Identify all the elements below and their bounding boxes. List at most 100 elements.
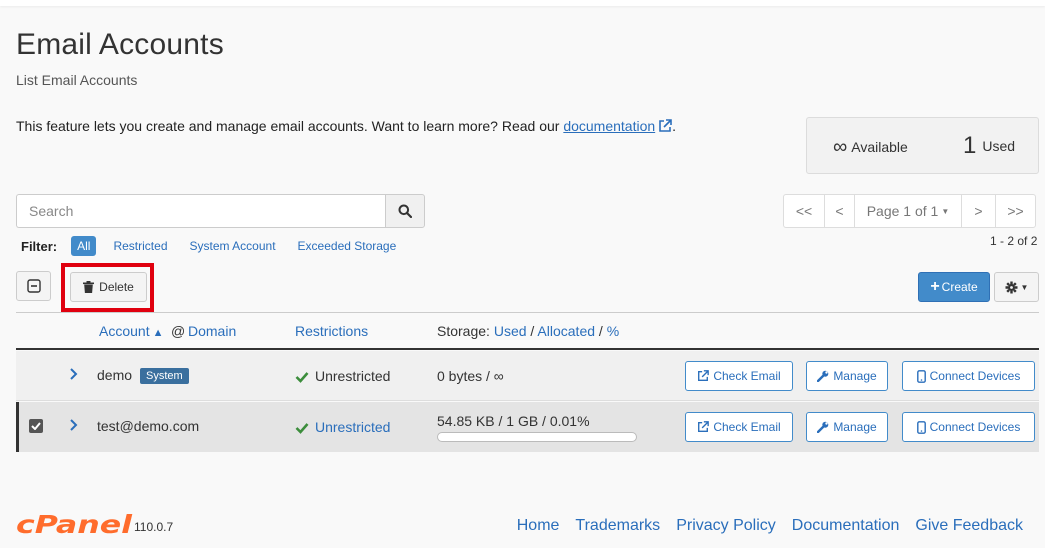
account-name: test@demo.com — [97, 418, 200, 434]
connect-devices-label: Connect Devices — [929, 369, 1021, 383]
storage-header: Storage: Used / Allocated / % — [437, 323, 619, 339]
manage-button[interactable]: Manage — [806, 412, 888, 442]
connect-devices-button[interactable]: Connect Devices — [902, 412, 1035, 442]
check-email-button[interactable]: Check Email — [685, 412, 793, 442]
account-label: demo — [97, 367, 133, 383]
intro-description: This feature lets you create and manage … — [16, 118, 564, 134]
sort-restrictions[interactable]: Restrictions — [295, 323, 368, 339]
search-icon — [398, 204, 412, 218]
sort-percent[interactable]: % — [607, 323, 619, 339]
mobile-icon — [916, 420, 926, 434]
check-icon — [295, 370, 309, 386]
used-label: Used — [982, 138, 1016, 154]
last-page-button[interactable]: >> — [995, 194, 1036, 228]
account-stats: ∞ Available 1 Used — [806, 117, 1039, 174]
filter-bar: Filter: All Restricted System Account Ex… — [21, 236, 418, 256]
sort-account[interactable]: Account ▲ — [99, 323, 163, 339]
top-bar — [0, 0, 1045, 6]
checkmark-icon — [31, 422, 41, 430]
filter-restricted[interactable]: Restricted — [113, 239, 167, 253]
delete-button[interactable]: Delete — [70, 272, 147, 302]
table-row: test@demo.com Unrestricted 54.85 KB / 1 … — [16, 402, 1039, 452]
plus-icon: + — [930, 277, 940, 295]
page-label: Page 1 of 1 — [866, 203, 939, 219]
minus-square-icon — [26, 279, 41, 293]
restriction-link[interactable]: Unrestricted — [315, 419, 390, 435]
gear-icon — [1005, 281, 1018, 293]
expand-chevron-icon[interactable] — [69, 367, 79, 384]
storage-progress-bar — [437, 432, 637, 442]
external-link-icon — [698, 370, 710, 381]
mobile-icon — [916, 369, 926, 383]
connect-devices-button[interactable]: Connect Devices — [902, 361, 1035, 391]
version-number: 110.0.7 — [134, 520, 174, 534]
manage-label: Manage — [833, 369, 877, 383]
sort-up-icon: ▲ — [152, 327, 164, 339]
search-group — [16, 194, 425, 228]
check-icon — [295, 421, 309, 437]
intro-suffix: . — [672, 118, 677, 134]
filter-all[interactable]: All — [71, 236, 97, 256]
next-page-button[interactable]: > — [961, 194, 996, 228]
page-subtitle: List Email Accounts — [16, 72, 138, 88]
storage-value: 0 bytes / ∞ — [437, 368, 504, 384]
row-checkbox[interactable] — [29, 419, 43, 433]
cpanel-logo-text: cPanel — [16, 511, 133, 537]
delete-label: Delete — [99, 280, 134, 294]
trash-icon — [83, 281, 95, 293]
stat-available: ∞ Available — [833, 136, 908, 159]
restriction-label: Unrestricted — [315, 368, 391, 384]
search-button[interactable] — [385, 194, 425, 228]
search-input[interactable] — [16, 194, 386, 228]
cpanel-logo[interactable]: cPanel — [16, 510, 134, 542]
external-link-icon — [698, 421, 710, 432]
create-label: Create — [941, 280, 978, 294]
account-header: Account — [99, 323, 150, 339]
account-name: demo System — [97, 367, 189, 384]
filter-system-account[interactable]: System Account — [190, 239, 276, 253]
footer-link-give-feedback[interactable]: Give Feedback — [915, 517, 1023, 535]
settings-dropdown-button[interactable]: ▼ — [994, 272, 1039, 302]
sort-allocated[interactable]: Allocated — [537, 323, 595, 339]
select-all-toggle[interactable] — [16, 271, 51, 301]
stat-used: 1 Used — [963, 132, 1015, 160]
first-page-button[interactable]: << — [783, 194, 825, 228]
restriction-status: Unrestricted — [295, 368, 390, 386]
check-email-label: Check Email — [713, 420, 781, 434]
manage-label: Manage — [833, 420, 877, 434]
footer-link-trademarks[interactable]: Trademarks — [575, 517, 660, 535]
infinity-value: ∞ — [833, 136, 848, 158]
documentation-link[interactable]: documentation — [563, 118, 655, 134]
pagination: << < Page 1 of 1 ▼ > >> — [783, 194, 1036, 228]
wrench-icon — [817, 370, 829, 382]
create-button[interactable]: + Create — [918, 272, 990, 302]
filter-label: Filter: — [21, 238, 58, 254]
slash-separator: / — [530, 323, 535, 339]
page-title: Email Accounts — [16, 28, 224, 61]
at-separator: @ — [171, 323, 186, 339]
table-row: demo System Unrestricted 0 bytes / ∞ Chec… — [16, 351, 1039, 401]
restriction-status[interactable]: Unrestricted — [295, 419, 390, 437]
available-label: Available — [851, 139, 908, 155]
prev-page-button[interactable]: < — [824, 194, 855, 228]
storage-prefix: Storage: — [437, 323, 490, 339]
manage-button[interactable]: Manage — [806, 361, 888, 391]
check-email-button[interactable]: Check Email — [685, 361, 793, 391]
page-select[interactable]: Page 1 of 1 ▼ — [854, 194, 962, 228]
slash-separator: / — [598, 323, 603, 339]
footer-link-home[interactable]: Home — [517, 517, 560, 535]
sort-used[interactable]: Used — [494, 323, 527, 339]
footer-links: Home Trademarks Privacy Policy Documenta… — [501, 517, 1023, 535]
expand-chevron-icon[interactable] — [69, 418, 79, 435]
intro-text: This feature lets you create and manage … — [16, 118, 676, 136]
used-value: 1 — [963, 132, 977, 159]
check-email-label: Check Email — [713, 369, 781, 383]
filter-exceeded-storage[interactable]: Exceeded Storage — [298, 239, 397, 253]
external-link-icon[interactable] — [658, 119, 672, 136]
caret-down-icon: ▼ — [941, 206, 950, 216]
wrench-icon — [817, 421, 829, 433]
sort-domain[interactable]: Domain — [188, 323, 236, 339]
footer-link-privacy-policy[interactable]: Privacy Policy — [676, 517, 776, 535]
footer-link-documentation[interactable]: Documentation — [792, 517, 900, 535]
table-header: Account ▲ @ Domain Restrictions Storage: … — [16, 312, 1039, 350]
